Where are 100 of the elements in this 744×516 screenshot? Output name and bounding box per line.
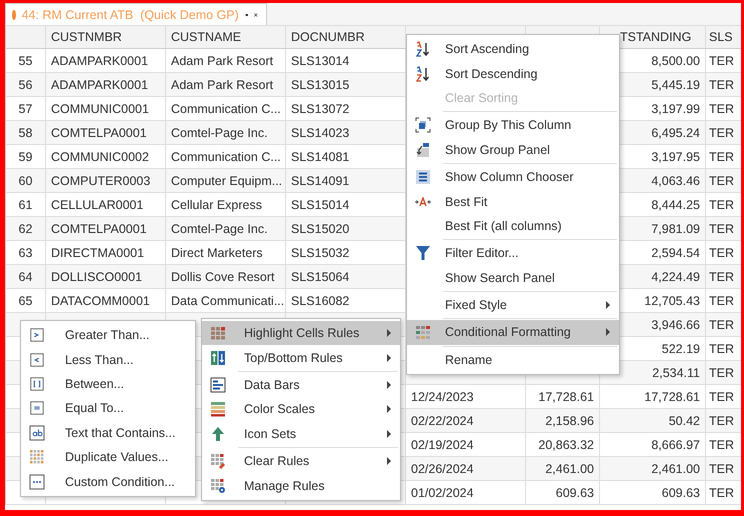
table-cell: 6,495.24 (651, 126, 700, 140)
table-cell: Dollis Cove Resort (171, 270, 275, 284)
menu-item[interactable]: Text that Contains... (21, 420, 195, 445)
row-number: 62 (18, 222, 32, 236)
table-cell: Communication C... (171, 150, 281, 164)
menu-item[interactable]: Group By This Column (407, 113, 619, 138)
table-cell: 2,158.96 (545, 414, 594, 428)
row-number: 55 (18, 54, 32, 68)
grid-icon (210, 326, 226, 340)
table-cell: SLS15014 (291, 198, 350, 212)
table-cell: TER (709, 462, 734, 476)
table-cell: Communication C... (171, 102, 281, 116)
table-cell: SLS14023 (291, 126, 350, 140)
table-cell: Data Communicati... (171, 294, 284, 308)
table-cell: ADAMPARK0001 (51, 78, 148, 92)
column-header[interactable]: CUSTNAME (166, 26, 286, 48)
table-cell: 8,666.97 (651, 438, 700, 452)
table-cell: COMTELPA0001 (51, 126, 147, 140)
text-icon (29, 424, 45, 441)
table-cell: 02/22/2024 (411, 414, 474, 428)
tab-title: 44: RM Current ATB (Quick Demo GP) (22, 8, 239, 22)
menu-item[interactable]: Best Fit (all columns) (407, 214, 619, 238)
table-cell: SLS13072 (291, 102, 350, 116)
ellipsis-icon (29, 474, 45, 490)
menu-item[interactable]: Show Search Panel (407, 266, 619, 290)
up-arrow-icon (211, 426, 225, 442)
grid-icon (29, 449, 45, 466)
best-fit-icon (414, 196, 432, 207)
table-cell: SLS15064 (291, 270, 350, 284)
row-number: 56 (18, 78, 32, 92)
table-cell: TER (709, 270, 734, 284)
row-number: 57 (18, 102, 32, 116)
sort-icon (415, 66, 431, 82)
color-scales-icon (210, 401, 226, 418)
table-cell: TER (709, 198, 734, 212)
menu-item[interactable]: Highlight Cells Rules (202, 321, 400, 346)
table-cell: 609.63 (662, 486, 700, 500)
table-cell: 4,224.49 (651, 270, 700, 284)
table-cell: 17,728.61 (644, 390, 700, 404)
menu-item[interactable]: Sort Descending (407, 61, 619, 86)
table-cell: COMTELPA0001 (51, 222, 147, 236)
row-number: 65 (18, 294, 32, 308)
menu-item[interactable]: Fixed Style (407, 292, 619, 318)
row-number: 58 (18, 126, 32, 140)
table-cell: 5,445.19 (651, 78, 700, 92)
top-bottom-icon (210, 350, 226, 366)
menu-item[interactable]: Less Than... (21, 347, 195, 372)
column-header[interactable]: CUSTNMBR (46, 26, 166, 48)
table-cell: COMMUNIC0001 (51, 102, 149, 116)
menu-item[interactable]: Manage Rules (202, 473, 400, 498)
menu-item[interactable]: Conditional Formatting (407, 320, 619, 345)
menu-item[interactable]: Icon Sets (202, 422, 400, 446)
table-cell: 4,063.46 (651, 174, 700, 188)
menu-item[interactable]: Between... (21, 372, 195, 396)
menu-item[interactable]: Top/Bottom Rules (202, 345, 400, 370)
grid-icon (415, 324, 431, 340)
row-number: 63 (18, 246, 32, 260)
menu-item[interactable]: Data Bars (202, 372, 400, 398)
table-cell: TER (709, 438, 734, 452)
table-cell: 2,461.00 (545, 462, 594, 476)
menu-item[interactable]: Custom Condition... (21, 469, 195, 494)
menu-item[interactable]: Rename (407, 348, 619, 372)
menu-item[interactable]: Show Group Panel (407, 138, 619, 162)
table-cell: SLS14091 (291, 174, 350, 188)
table-cell: TER (709, 318, 734, 332)
table-cell: ADAMPARK0001 (51, 54, 148, 68)
menu-item[interactable]: Greater Than... (21, 323, 195, 348)
table-cell: 609.63 (556, 486, 594, 500)
menu-item[interactable]: Duplicate Values... (21, 444, 195, 470)
table-cell: 7,981.09 (651, 222, 700, 236)
status-dot-icon (12, 10, 16, 20)
table-cell: TER (709, 126, 734, 140)
table-cell: DIRECTMA0001 (51, 246, 144, 260)
table-cell: COMMUNIC0002 (51, 150, 149, 164)
table-cell: Cellular Express (171, 198, 262, 212)
table-cell: TER (709, 390, 734, 404)
table-cell: TER (709, 102, 734, 116)
menu-item[interactable]: Best Fit (407, 189, 619, 214)
filter-icon (415, 245, 431, 262)
group-panel-icon (415, 142, 431, 158)
menu-item[interactable]: Filter Editor... (407, 241, 619, 266)
table-cell: TER (709, 414, 734, 428)
table-cell: 12/24/2023 (411, 390, 474, 404)
menu-item[interactable]: Color Scales (202, 397, 400, 422)
table-cell: Adam Park Resort (171, 54, 274, 68)
menu-item[interactable]: Equal To... (21, 396, 195, 421)
sort-icon (415, 41, 431, 58)
table-cell: Direct Marketers (171, 246, 263, 260)
table-cell: TER (709, 174, 734, 188)
table-cell: DOLLISCO0001 (51, 270, 142, 284)
table-cell: COMPUTER0003 (51, 174, 150, 188)
table-cell: Comtel-Page Inc. (171, 222, 268, 236)
table-cell: TER (709, 78, 734, 92)
table-cell: 3,197.99 (651, 102, 700, 116)
table-cell: 17,728.61 (538, 390, 594, 404)
column-header[interactable]: SLS (706, 26, 736, 48)
menu-item[interactable]: Show Column Chooser (407, 164, 619, 190)
menu-item[interactable]: Clear Rules (202, 448, 400, 474)
table-cell: TER (709, 342, 734, 356)
row-number: 61 (18, 198, 32, 212)
